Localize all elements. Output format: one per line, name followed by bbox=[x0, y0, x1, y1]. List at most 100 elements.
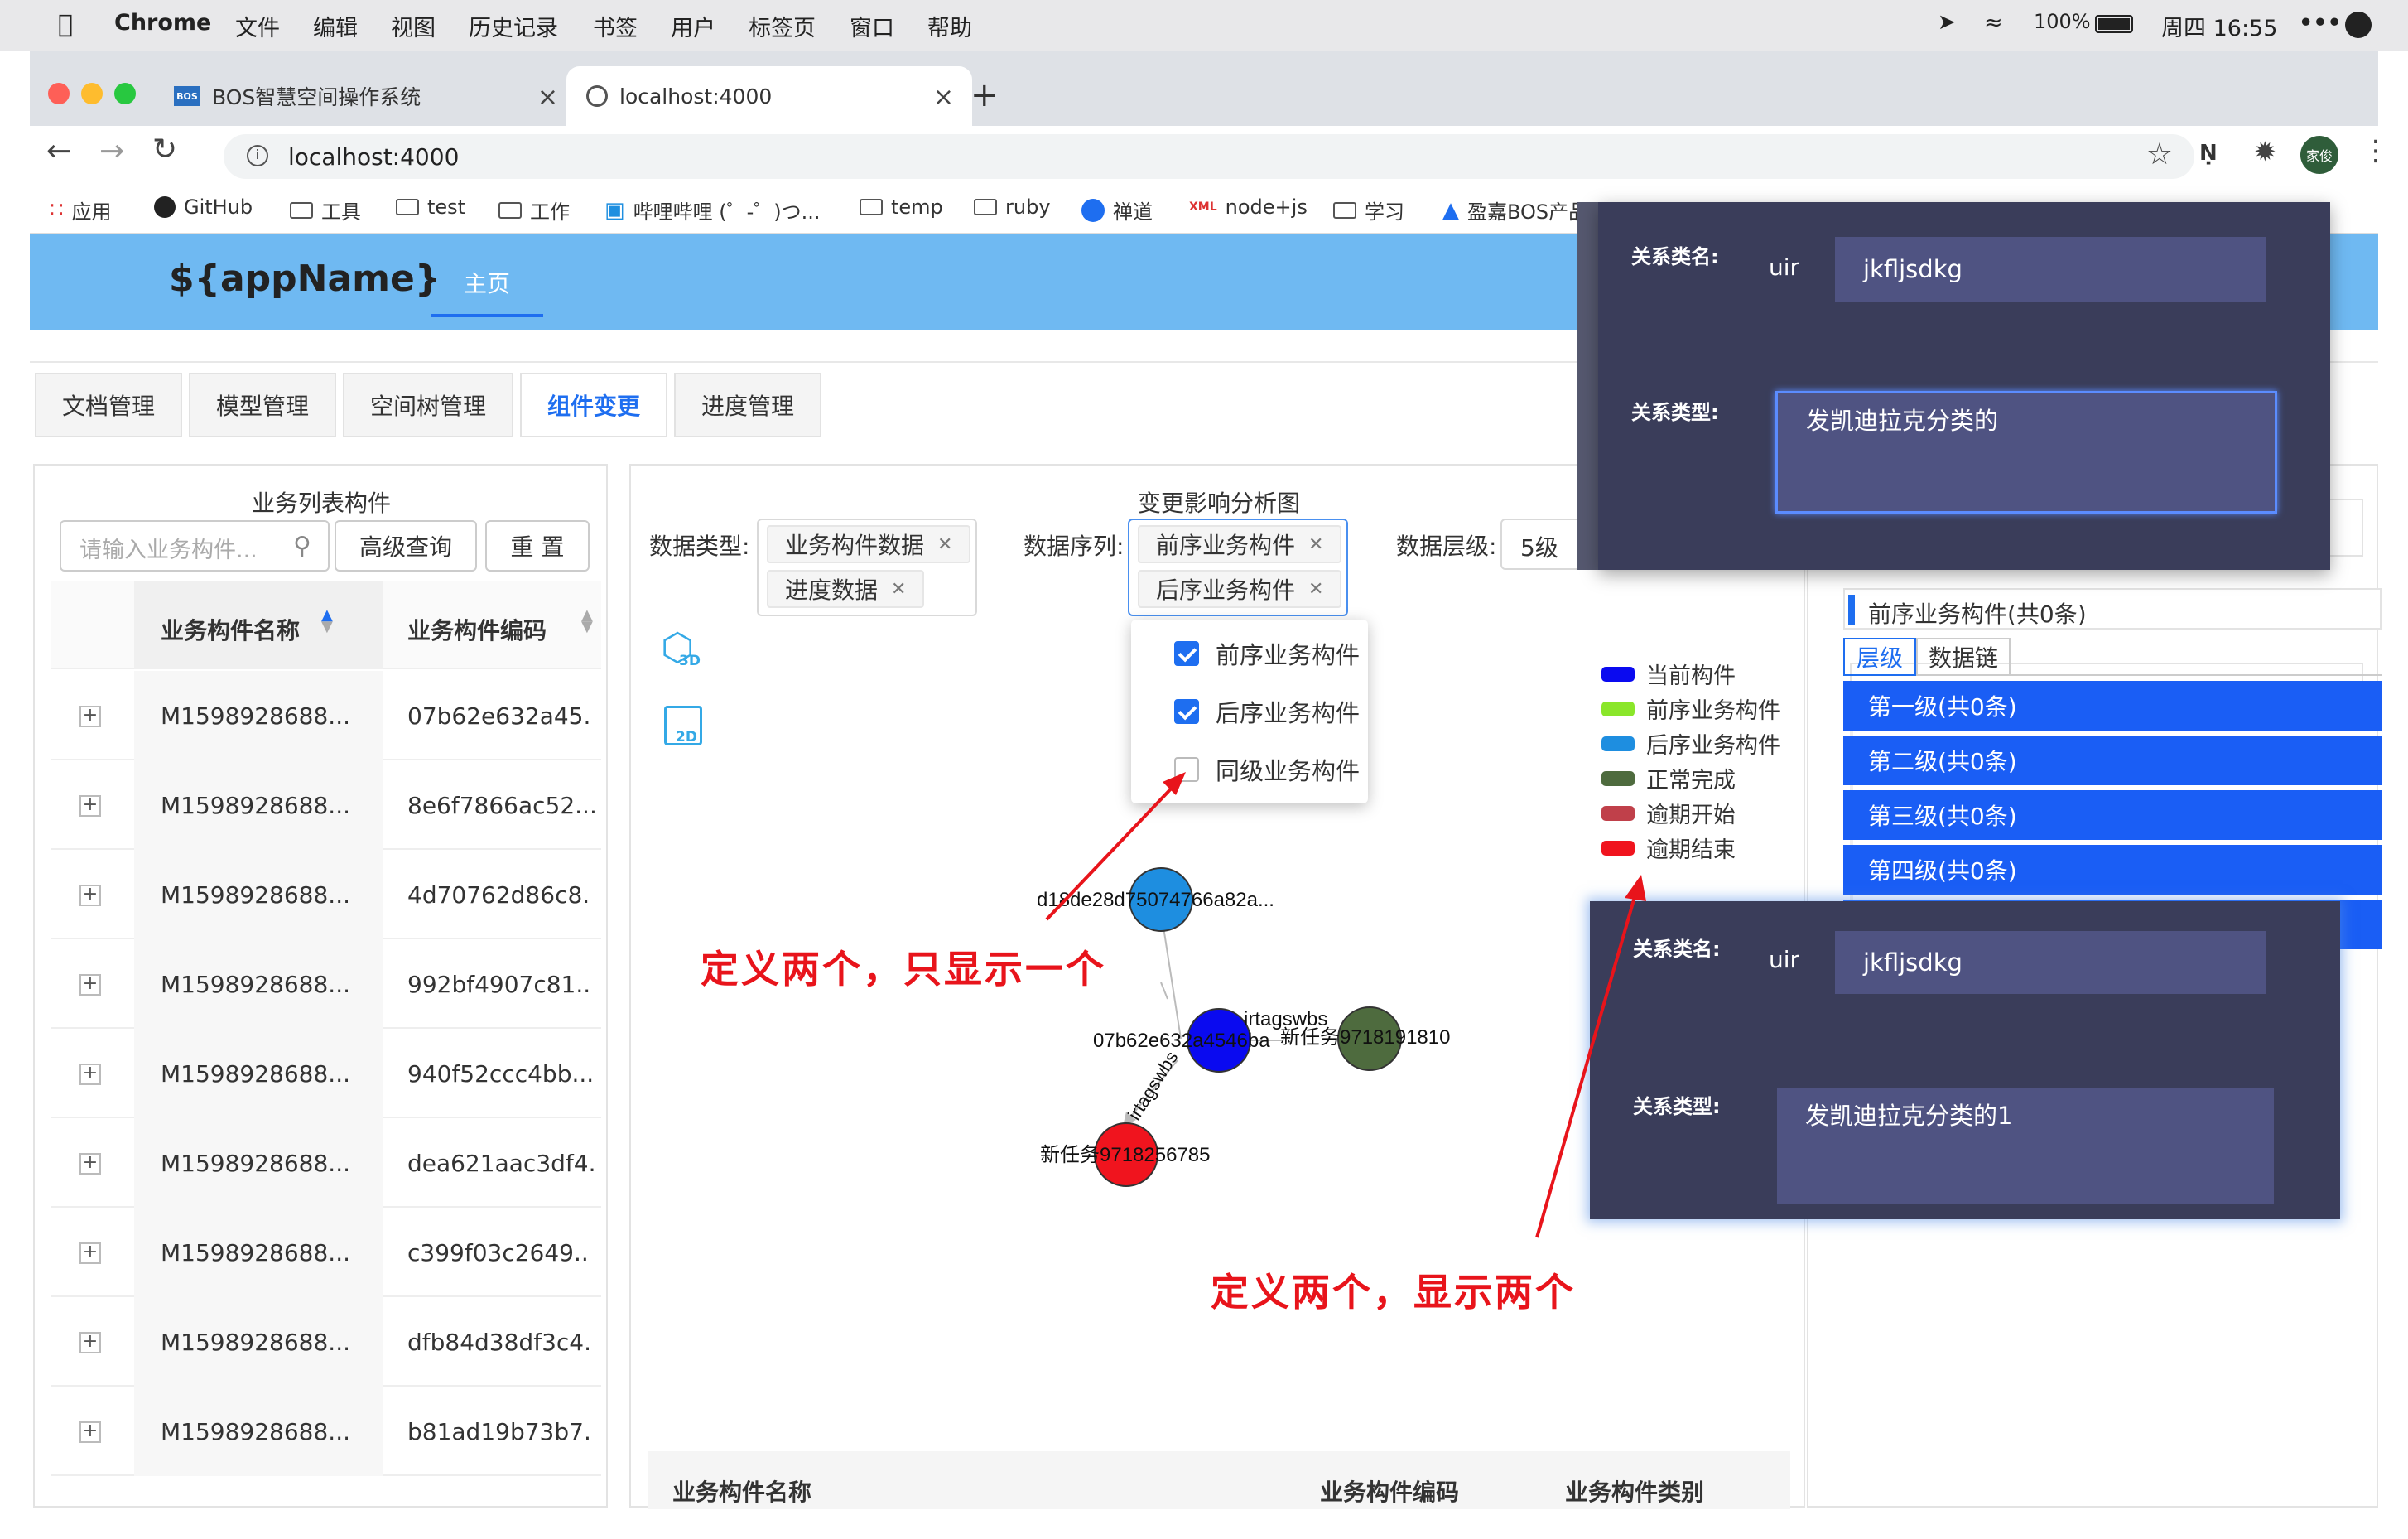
bookmark-folder[interactable]: 学习 bbox=[1333, 195, 1404, 224]
airdrop-icon[interactable]: ➤ bbox=[1938, 10, 1956, 35]
extensions-puzzle-icon[interactable]: ✹ bbox=[2254, 136, 2276, 167]
bookmark-folder[interactable]: 工作 bbox=[498, 195, 570, 224]
tab-progress[interactable]: 进度管理 bbox=[674, 373, 821, 437]
menu-item[interactable]: 标签页 bbox=[749, 10, 816, 42]
table-row[interactable]: + M1598928688... 4d70762d86c8. bbox=[51, 850, 601, 939]
sort-icon[interactable]: ▲ ▼ bbox=[581, 608, 593, 634]
bookmark-bos[interactable]: ▲ 盈嘉BOS产品 bbox=[1442, 195, 1588, 224]
checkbox-checked-icon[interactable] bbox=[1174, 699, 1199, 724]
bookmark-folder[interactable]: 工具 bbox=[290, 195, 361, 224]
dropdown-option[interactable]: 后序业务构件 bbox=[1174, 694, 1360, 729]
table-row[interactable]: + M1598928688... 940f52ccc4bb... bbox=[51, 1029, 601, 1118]
advanced-search-button[interactable]: 高级查询 bbox=[335, 520, 477, 572]
close-tab-icon[interactable]: × bbox=[537, 83, 558, 112]
menu-item[interactable]: 视图 bbox=[391, 10, 436, 42]
expand-row-icon[interactable]: + bbox=[79, 1064, 101, 1085]
level-row[interactable]: 第四级(共0条) bbox=[1843, 845, 2382, 895]
table-row[interactable]: + M1598928688... dea621aac3df4. bbox=[51, 1118, 601, 1208]
dropdown-option[interactable]: 前序业务构件 bbox=[1174, 636, 1360, 671]
menu-item[interactable]: 帮助 bbox=[927, 10, 972, 42]
table-row[interactable]: + M1598928688... b81ad19b73b7. bbox=[51, 1387, 601, 1476]
expand-row-icon[interactable]: + bbox=[79, 1421, 101, 1443]
wifi-icon[interactable]: ≈ bbox=[1984, 10, 2003, 36]
expand-row-icon[interactable]: + bbox=[79, 1153, 101, 1175]
menu-item[interactable]: 历史记录 bbox=[469, 10, 558, 42]
siri-icon[interactable] bbox=[2345, 12, 2372, 38]
info-icon[interactable]: i bbox=[247, 145, 268, 166]
table-row[interactable]: + M1598928688... c399f03c2649.. bbox=[51, 1208, 601, 1297]
apple-icon[interactable]:  bbox=[58, 10, 73, 39]
minimize-window-button[interactable] bbox=[81, 83, 103, 104]
relation-type-textarea[interactable]: 发凯迪拉克分类的 bbox=[1775, 391, 2277, 514]
column-header-code[interactable]: 业务构件编码 bbox=[407, 613, 547, 646]
control-center-icon[interactable]: ••• bbox=[2299, 10, 2342, 36]
table-row[interactable]: + M1598928688... 992bf4907c81.. bbox=[51, 939, 601, 1029]
extension-icon[interactable]: Ṇ bbox=[2199, 141, 2218, 166]
column-header-name[interactable]: 业务构件名称 bbox=[161, 613, 300, 646]
expand-row-icon[interactable]: + bbox=[79, 1242, 101, 1264]
expand-row-icon[interactable]: + bbox=[79, 1332, 101, 1353]
menu-app-name[interactable]: Chrome bbox=[114, 10, 211, 36]
menu-item[interactable]: 文件 bbox=[235, 10, 280, 42]
checkbox-checked-icon[interactable] bbox=[1174, 641, 1199, 666]
battery-icon[interactable] bbox=[2095, 15, 2133, 33]
bookmark-folder[interactable]: ruby bbox=[974, 195, 1051, 219]
bookmark-nodejs[interactable]: XML node+js bbox=[1189, 195, 1308, 219]
tab-models[interactable]: 模型管理 bbox=[189, 373, 336, 437]
expand-row-icon[interactable]: + bbox=[79, 795, 101, 817]
nav-home[interactable]: 主页 bbox=[464, 266, 510, 299]
bookmark-folder[interactable]: test bbox=[396, 195, 465, 219]
bookmark-bilibili[interactable]: ▣ 哔哩哔哩 (゜-゜)つ... bbox=[604, 195, 820, 224]
option-label: 前序业务构件 bbox=[1216, 641, 1361, 669]
search-icon[interactable]: ⚲ bbox=[293, 532, 311, 561]
browser-tab-active[interactable]: localhost:4000 × bbox=[566, 66, 972, 126]
bookmark-chandao[interactable]: 禅道 bbox=[1081, 195, 1153, 224]
tab-documents[interactable]: 文档管理 bbox=[35, 373, 182, 437]
tab-space-tree[interactable]: 空间树管理 bbox=[343, 373, 513, 437]
expand-row-icon[interactable]: + bbox=[79, 974, 101, 996]
menu-item[interactable]: 书签 bbox=[593, 10, 638, 42]
expand-row-icon[interactable]: + bbox=[79, 706, 101, 727]
menu-item[interactable]: 编辑 bbox=[313, 10, 358, 42]
menu-item[interactable]: 用户 bbox=[671, 10, 715, 42]
back-icon[interactable]: ← bbox=[46, 134, 71, 168]
clock[interactable]: 周四 16:55 bbox=[2161, 10, 2277, 42]
sort-icon[interactable]: ▲ ▼ bbox=[321, 608, 333, 634]
relation-name-input[interactable]: jkfljsdkg bbox=[1835, 237, 2266, 302]
bookmark-apps[interactable]: ∷ 应用 bbox=[50, 195, 112, 224]
relation-name-input[interactable]: jkfljsdkg bbox=[1835, 931, 2266, 994]
new-tab-icon[interactable]: + bbox=[970, 76, 999, 114]
graph-edge-label: irtagswbs bbox=[1124, 1048, 1182, 1124]
dropdown-option[interactable]: 同级业务构件 bbox=[1174, 752, 1360, 787]
address-bar[interactable]: i localhost:4000 ☆ bbox=[224, 134, 2194, 179]
menu-item[interactable]: 窗口 bbox=[850, 10, 894, 42]
forward-icon[interactable]: → bbox=[99, 134, 124, 168]
checkbox-unchecked-icon[interactable] bbox=[1174, 757, 1199, 782]
bookmark-star-icon[interactable]: ☆ bbox=[2146, 137, 2173, 171]
column-header: 业务构件编码 bbox=[1320, 1479, 1460, 1506]
table-row[interactable]: + M1598928688... dfb84d38df3c4. bbox=[51, 1297, 601, 1387]
bookmark-folder[interactable]: temp bbox=[860, 195, 943, 219]
close-tab-icon[interactable]: × bbox=[933, 83, 954, 112]
search-input[interactable]: 请输入业务构件... bbox=[60, 520, 330, 572]
profile-avatar[interactable]: 家俊 bbox=[2300, 136, 2338, 174]
level-row[interactable]: 第三级(共0条) bbox=[1843, 790, 2382, 840]
expand-row-icon[interactable]: + bbox=[79, 885, 101, 906]
level-row[interactable]: 第一级(共0条) bbox=[1843, 681, 2382, 731]
tab-level[interactable]: 层级 bbox=[1843, 638, 1916, 676]
bookmark-github[interactable]: GitHub bbox=[154, 195, 253, 219]
level-row[interactable]: 第二级(共0条) bbox=[1843, 736, 2382, 785]
tab-data-chain[interactable]: 数据链 bbox=[1916, 638, 2011, 676]
menu-kebab-icon[interactable]: ⋮ bbox=[2362, 134, 2390, 167]
legend-label: 逾期结束 bbox=[1646, 837, 1736, 863]
table-row[interactable]: + M1598928688... 07b62e632a45. bbox=[51, 671, 601, 760]
tab-component-change[interactable]: 组件变更 bbox=[520, 373, 667, 437]
table-row[interactable]: + M1598928688... 8e6f7866ac52... bbox=[51, 760, 601, 850]
reset-button[interactable]: 重 置 bbox=[485, 520, 590, 572]
close-window-button[interactable] bbox=[48, 83, 70, 104]
zoom-window-button[interactable] bbox=[114, 83, 136, 104]
browser-tab[interactable]: BOS BOS智慧空间操作系统 × bbox=[154, 66, 576, 126]
cell-code: 4d70762d86c8. bbox=[407, 881, 590, 909]
reload-icon[interactable]: ↻ bbox=[152, 133, 177, 166]
relation-type-textarea[interactable]: 发凯迪拉克分类的1 bbox=[1777, 1088, 2274, 1204]
